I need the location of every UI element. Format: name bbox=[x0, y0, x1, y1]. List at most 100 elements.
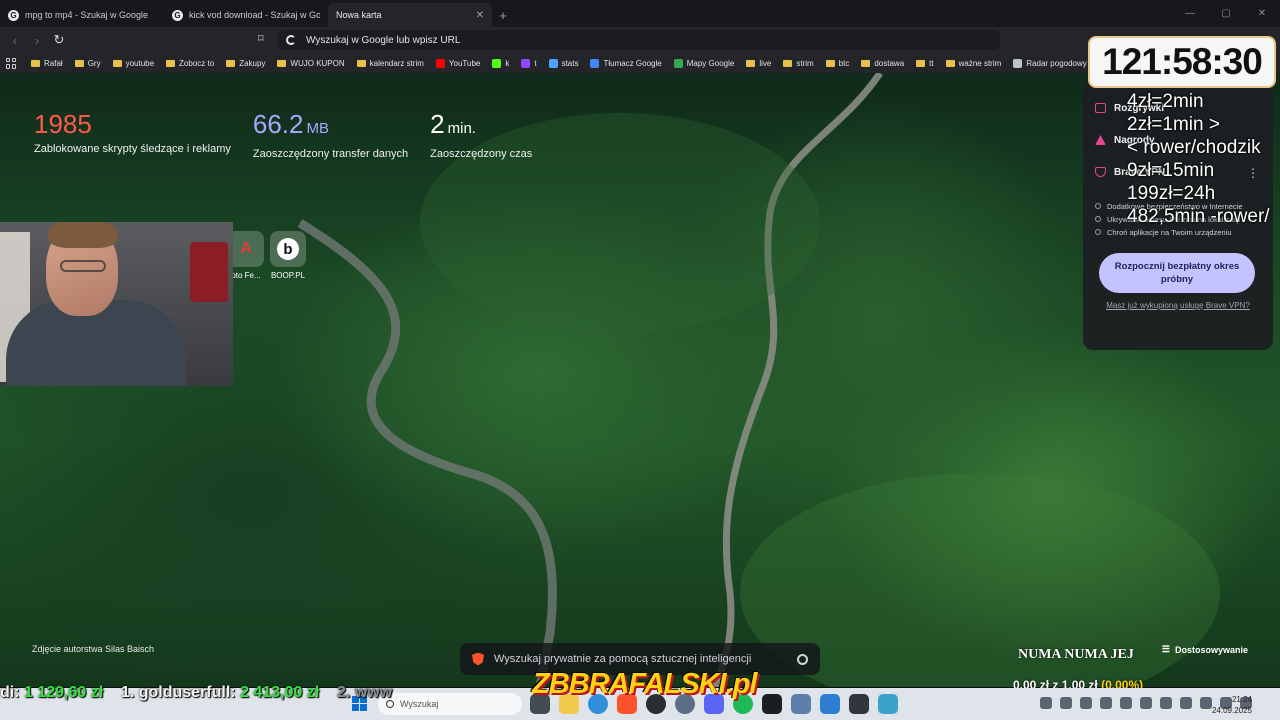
app-icon[interactable] bbox=[791, 694, 811, 714]
bookmark-label: Zobocz to bbox=[179, 58, 215, 68]
ticker-user: 1. golduserfull: bbox=[120, 684, 236, 701]
folder-icon bbox=[746, 59, 756, 67]
bookmark-item[interactable]: ważne strim bbox=[945, 59, 1001, 68]
pen-icon[interactable] bbox=[1060, 697, 1072, 709]
notepad-icon[interactable] bbox=[878, 694, 898, 714]
stat-label: Zaoszczędzony transfer danych bbox=[252, 148, 409, 160]
ticker-prefix: di: bbox=[0, 684, 20, 701]
stat-value: 66.2 MB bbox=[253, 109, 408, 144]
maximize-icon[interactable]: ▢ bbox=[1208, 0, 1244, 26]
bookmark-item[interactable]: btc bbox=[825, 58, 850, 68]
bookmark-item[interactable]: Zakupy bbox=[226, 59, 265, 68]
folder-icon bbox=[783, 59, 793, 67]
stream-timer: 121:58:30 bbox=[1088, 36, 1276, 88]
photo-credit[interactable]: Zdjęcie autorstwa Silas Baisch bbox=[32, 644, 154, 654]
microphone-icon[interactable] bbox=[1200, 697, 1212, 709]
bookmark-label: Gry bbox=[87, 58, 101, 68]
bookmark-item[interactable]: Rafał bbox=[31, 59, 63, 68]
bookmark-item[interactable]: Zobocz to bbox=[166, 59, 214, 68]
app-icon[interactable] bbox=[820, 694, 840, 714]
bluetooth-icon[interactable] bbox=[1080, 697, 1092, 709]
bookmark-label: kalendarz strim bbox=[369, 58, 424, 68]
bookmark-label: Radar pogodowy bbox=[1026, 58, 1087, 68]
bookmark-item[interactable]: live bbox=[746, 59, 771, 68]
app-icon[interactable] bbox=[849, 694, 869, 714]
vpn-shield-icon bbox=[1095, 167, 1106, 177]
youtube-icon bbox=[435, 58, 445, 68]
bookmark-item[interactable]: dostawa bbox=[861, 59, 904, 68]
song-title: NUMA NUMA JEJ bbox=[1018, 647, 1134, 662]
already-purchased-link[interactable]: Masz już wykupioną usługę Brave VPN? bbox=[1095, 301, 1261, 310]
google-icon bbox=[286, 35, 296, 45]
close-tab-icon[interactable]: ✕ bbox=[476, 10, 484, 21]
bookmark-item[interactable]: k bbox=[492, 58, 509, 68]
bookmark-label: WUJO KUPON bbox=[290, 58, 345, 68]
new-tab-button[interactable]: + bbox=[492, 3, 514, 27]
minimize-icon[interactable]: — bbox=[1172, 0, 1208, 26]
address-placeholder: Wyszukaj w Google lub wpisz URL bbox=[306, 34, 461, 46]
tab-mpg-to-mp4[interactable]: G mpg to mp4 - Szukaj w Google bbox=[0, 3, 164, 27]
top-site-tile: b bbox=[270, 231, 306, 267]
network-icon[interactable] bbox=[1180, 697, 1192, 709]
bookmark-item[interactable]: kalendarz strim bbox=[356, 58, 424, 68]
translate-icon bbox=[590, 58, 600, 68]
steam-icon[interactable] bbox=[1140, 697, 1152, 709]
back-icon[interactable]: ‹ bbox=[4, 29, 26, 51]
bookmark-label: youtube bbox=[125, 58, 155, 68]
bookmark-item[interactable]: Mapy Google bbox=[673, 58, 734, 68]
bookmark-item[interactable]: youtube bbox=[112, 58, 155, 68]
folder-icon bbox=[226, 59, 236, 67]
ticker-amount: 1 129,60 zł bbox=[24, 684, 104, 701]
webcam-overlay bbox=[0, 222, 233, 386]
search-icon[interactable] bbox=[797, 653, 808, 665]
brave-logo-icon bbox=[472, 652, 484, 666]
games-icon bbox=[1095, 103, 1106, 113]
check-icon bbox=[1095, 203, 1101, 209]
forward-icon[interactable]: › bbox=[26, 29, 48, 51]
tab-kick-vod[interactable]: G kick vod download - Szukaj w Google bbox=[164, 3, 328, 27]
bookmark-label: strim bbox=[796, 58, 814, 68]
ticker-next: 2. www bbox=[337, 684, 393, 701]
customize-button[interactable]: ☰ Dostosowywanie bbox=[1162, 644, 1248, 655]
close-window-icon[interactable]: ✕ bbox=[1244, 0, 1280, 26]
top-site-boop[interactable]: b BOOP.PL bbox=[268, 231, 308, 280]
bookmark-item[interactable]: stats bbox=[548, 58, 578, 68]
reload-icon[interactable]: ↻ bbox=[48, 29, 70, 51]
address-bar[interactable]: Wyszukaj w Google lub wpisz URL bbox=[278, 30, 1000, 50]
start-trial-button[interactable]: Rozpocznij bezpłatny okres próbny bbox=[1099, 253, 1255, 293]
folder-icon bbox=[916, 59, 926, 67]
tray-app-icon[interactable] bbox=[1120, 697, 1132, 709]
bookmark-item[interactable]: tt bbox=[916, 59, 934, 68]
bookmark-label: Rafał bbox=[44, 58, 63, 68]
apps-grid-icon[interactable] bbox=[6, 57, 17, 69]
tray-app-icon[interactable] bbox=[1160, 697, 1172, 709]
bookmark-label: btc bbox=[838, 58, 850, 68]
bookmark-item[interactable]: Gry bbox=[74, 58, 101, 68]
google-icon: G bbox=[172, 9, 183, 21]
bookmark-item[interactable]: t bbox=[521, 58, 537, 68]
media-app-icon[interactable] bbox=[762, 694, 782, 714]
bookmark-item[interactable]: Tłumacz Google bbox=[590, 58, 662, 68]
check-icon bbox=[1095, 216, 1101, 222]
price-list: 4zł=2min 2zł=1min > < rower/chodzik 9zł=… bbox=[1127, 91, 1270, 227]
tray-chevron-icon[interactable] bbox=[1040, 697, 1052, 709]
bookmark-item[interactable]: strim bbox=[783, 58, 814, 68]
bookmark-item[interactable]: Radar pogodowy bbox=[1013, 58, 1087, 68]
bookmark-label: YouTube bbox=[448, 58, 481, 68]
stat-unit: MB bbox=[306, 120, 329, 137]
folder-icon bbox=[277, 59, 287, 67]
system-clock[interactable]: 21:24 24.09.2025 bbox=[1212, 694, 1252, 716]
customize-label: Dostosowywanie bbox=[1174, 644, 1248, 655]
top-site-tile: A bbox=[228, 231, 264, 267]
radar-icon bbox=[1013, 58, 1023, 68]
folder-icon bbox=[356, 59, 366, 67]
tab-new-tab[interactable]: Nowa karta ✕ bbox=[328, 3, 492, 27]
bookmark-icon[interactable]: ⌑ bbox=[258, 32, 264, 45]
bookmark-item[interactable]: WUJO KUPON bbox=[277, 58, 345, 68]
maps-icon bbox=[673, 58, 683, 68]
bookmark-label: dostawa bbox=[874, 58, 905, 68]
tray-app-icon[interactable] bbox=[1100, 697, 1112, 709]
tab-label: Nowa karta bbox=[336, 10, 382, 20]
folder-icon bbox=[74, 59, 84, 67]
bookmark-item[interactable]: YouTube bbox=[435, 58, 481, 68]
